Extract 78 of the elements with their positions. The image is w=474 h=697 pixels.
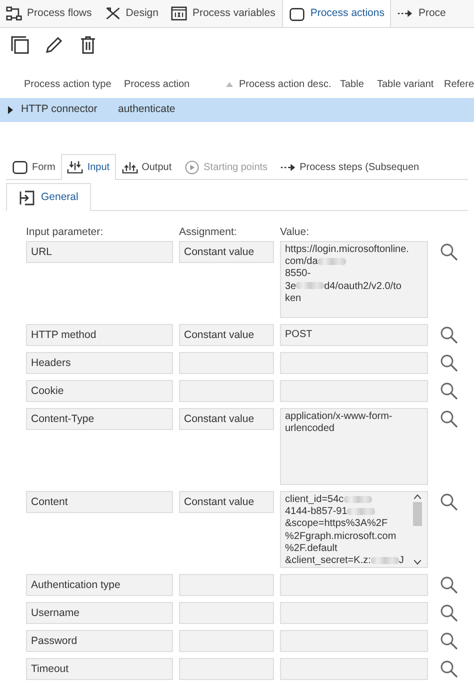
value-field[interactable]: application/x-www-form- urlencoded [280,408,428,485]
column-label: Assignment: [179,225,238,240]
tab[interactable]: Form [6,154,62,179]
search-icon[interactable] [440,493,458,511]
table-cell-text: authenticate [118,102,176,118]
tools-icon [104,6,121,21]
redaction-blur [344,496,372,503]
play-icon [184,160,200,174]
tab[interactable]: Input [61,154,116,180]
value-field[interactable]: POST [280,324,428,346]
column-header[interactable]: Table [340,76,364,92]
column-header[interactable]: Process action [124,76,190,92]
square-icon [12,160,28,174]
redaction-blur [347,508,376,516]
parameter-field: Content [26,491,173,513]
tab[interactable]: Process flows [0,0,99,27]
column-header[interactable]: Process action type [24,76,112,92]
edit-button[interactable] [44,35,64,55]
table-row[interactable]: HTTP connector authenticate [0,98,474,122]
column-label: Value: [280,225,310,240]
column-header[interactable]: Process action desc. [239,76,332,92]
value-field[interactable] [280,574,428,596]
search-icon[interactable] [440,632,458,650]
tab[interactable]: Process variables [165,0,282,27]
redaction-blur [370,556,399,564]
search-icon[interactable] [440,660,458,678]
delete-button[interactable] [78,35,98,55]
search-icon[interactable] [440,382,458,400]
enter-icon [19,190,35,205]
search-icon[interactable] [440,354,458,372]
parameter-field: Password [26,630,173,652]
search-icon[interactable] [440,410,458,428]
search-icon[interactable] [440,604,458,622]
parameter-field: URL [26,241,173,263]
parameter-field: Content-Type [26,408,173,430]
search-icon[interactable] [440,576,458,594]
parameter-field: Username [26,602,173,624]
expand-caret-icon [8,106,13,114]
scroll-thumb[interactable] [413,502,422,526]
value-field[interactable] [280,602,428,624]
search-icon[interactable] [440,243,458,261]
assignment-field: Constant value [179,408,274,430]
tab[interactable]: Output [116,154,178,179]
tab[interactable]: General [6,183,92,211]
scroll-down-icon[interactable] [414,560,421,565]
column-header[interactable]: Table variant [377,76,434,92]
parameter-field: Authentication type [26,574,173,596]
redaction-blur [296,282,324,290]
tab[interactable]: Proce [391,0,453,27]
tab[interactable]: Design [98,0,166,27]
value-field[interactable]: https://login.microsoftonline. com/da 8550- 3e d4/oauth2/v2.0/to ken [280,241,428,318]
output-icon [122,160,138,174]
scrollbar[interactable] [412,494,423,565]
input-icon [67,160,84,175]
parameter-field: HTTP method [26,324,173,346]
value-field[interactable] [280,630,428,652]
parameter-field: Headers [26,352,173,374]
assignment-field: Constant value [179,241,274,263]
assignment-field: Constant value [179,491,274,513]
tab[interactable]: Process actions [282,0,392,27]
value-field[interactable] [280,658,428,680]
parameter-field: Cookie [26,380,173,402]
value-field[interactable] [280,352,428,374]
assignment-field: Constant value [179,324,274,346]
square-icon [289,6,306,22]
search-icon[interactable] [440,326,458,344]
copy-button[interactable] [10,35,30,55]
redaction-blur [318,258,346,266]
variables-icon [171,6,188,21]
scroll-up-icon[interactable] [414,494,421,499]
tab[interactable]: Process steps (Subsequen [274,154,426,179]
parameter-field: Timeout [26,658,173,680]
column-label: Input parameter: [26,225,104,240]
table-cell-text: HTTP connector [21,102,98,118]
flow-icon [6,6,22,21]
value-field[interactable]: client_id=54c 4144-b857-91 &scope=https%3A%2F %2Fgraph.microsoft.com %2F.default &client_secret=K.z: J [280,491,428,568]
value-field[interactable] [280,380,428,402]
column-header[interactable]: Refere [444,76,474,92]
